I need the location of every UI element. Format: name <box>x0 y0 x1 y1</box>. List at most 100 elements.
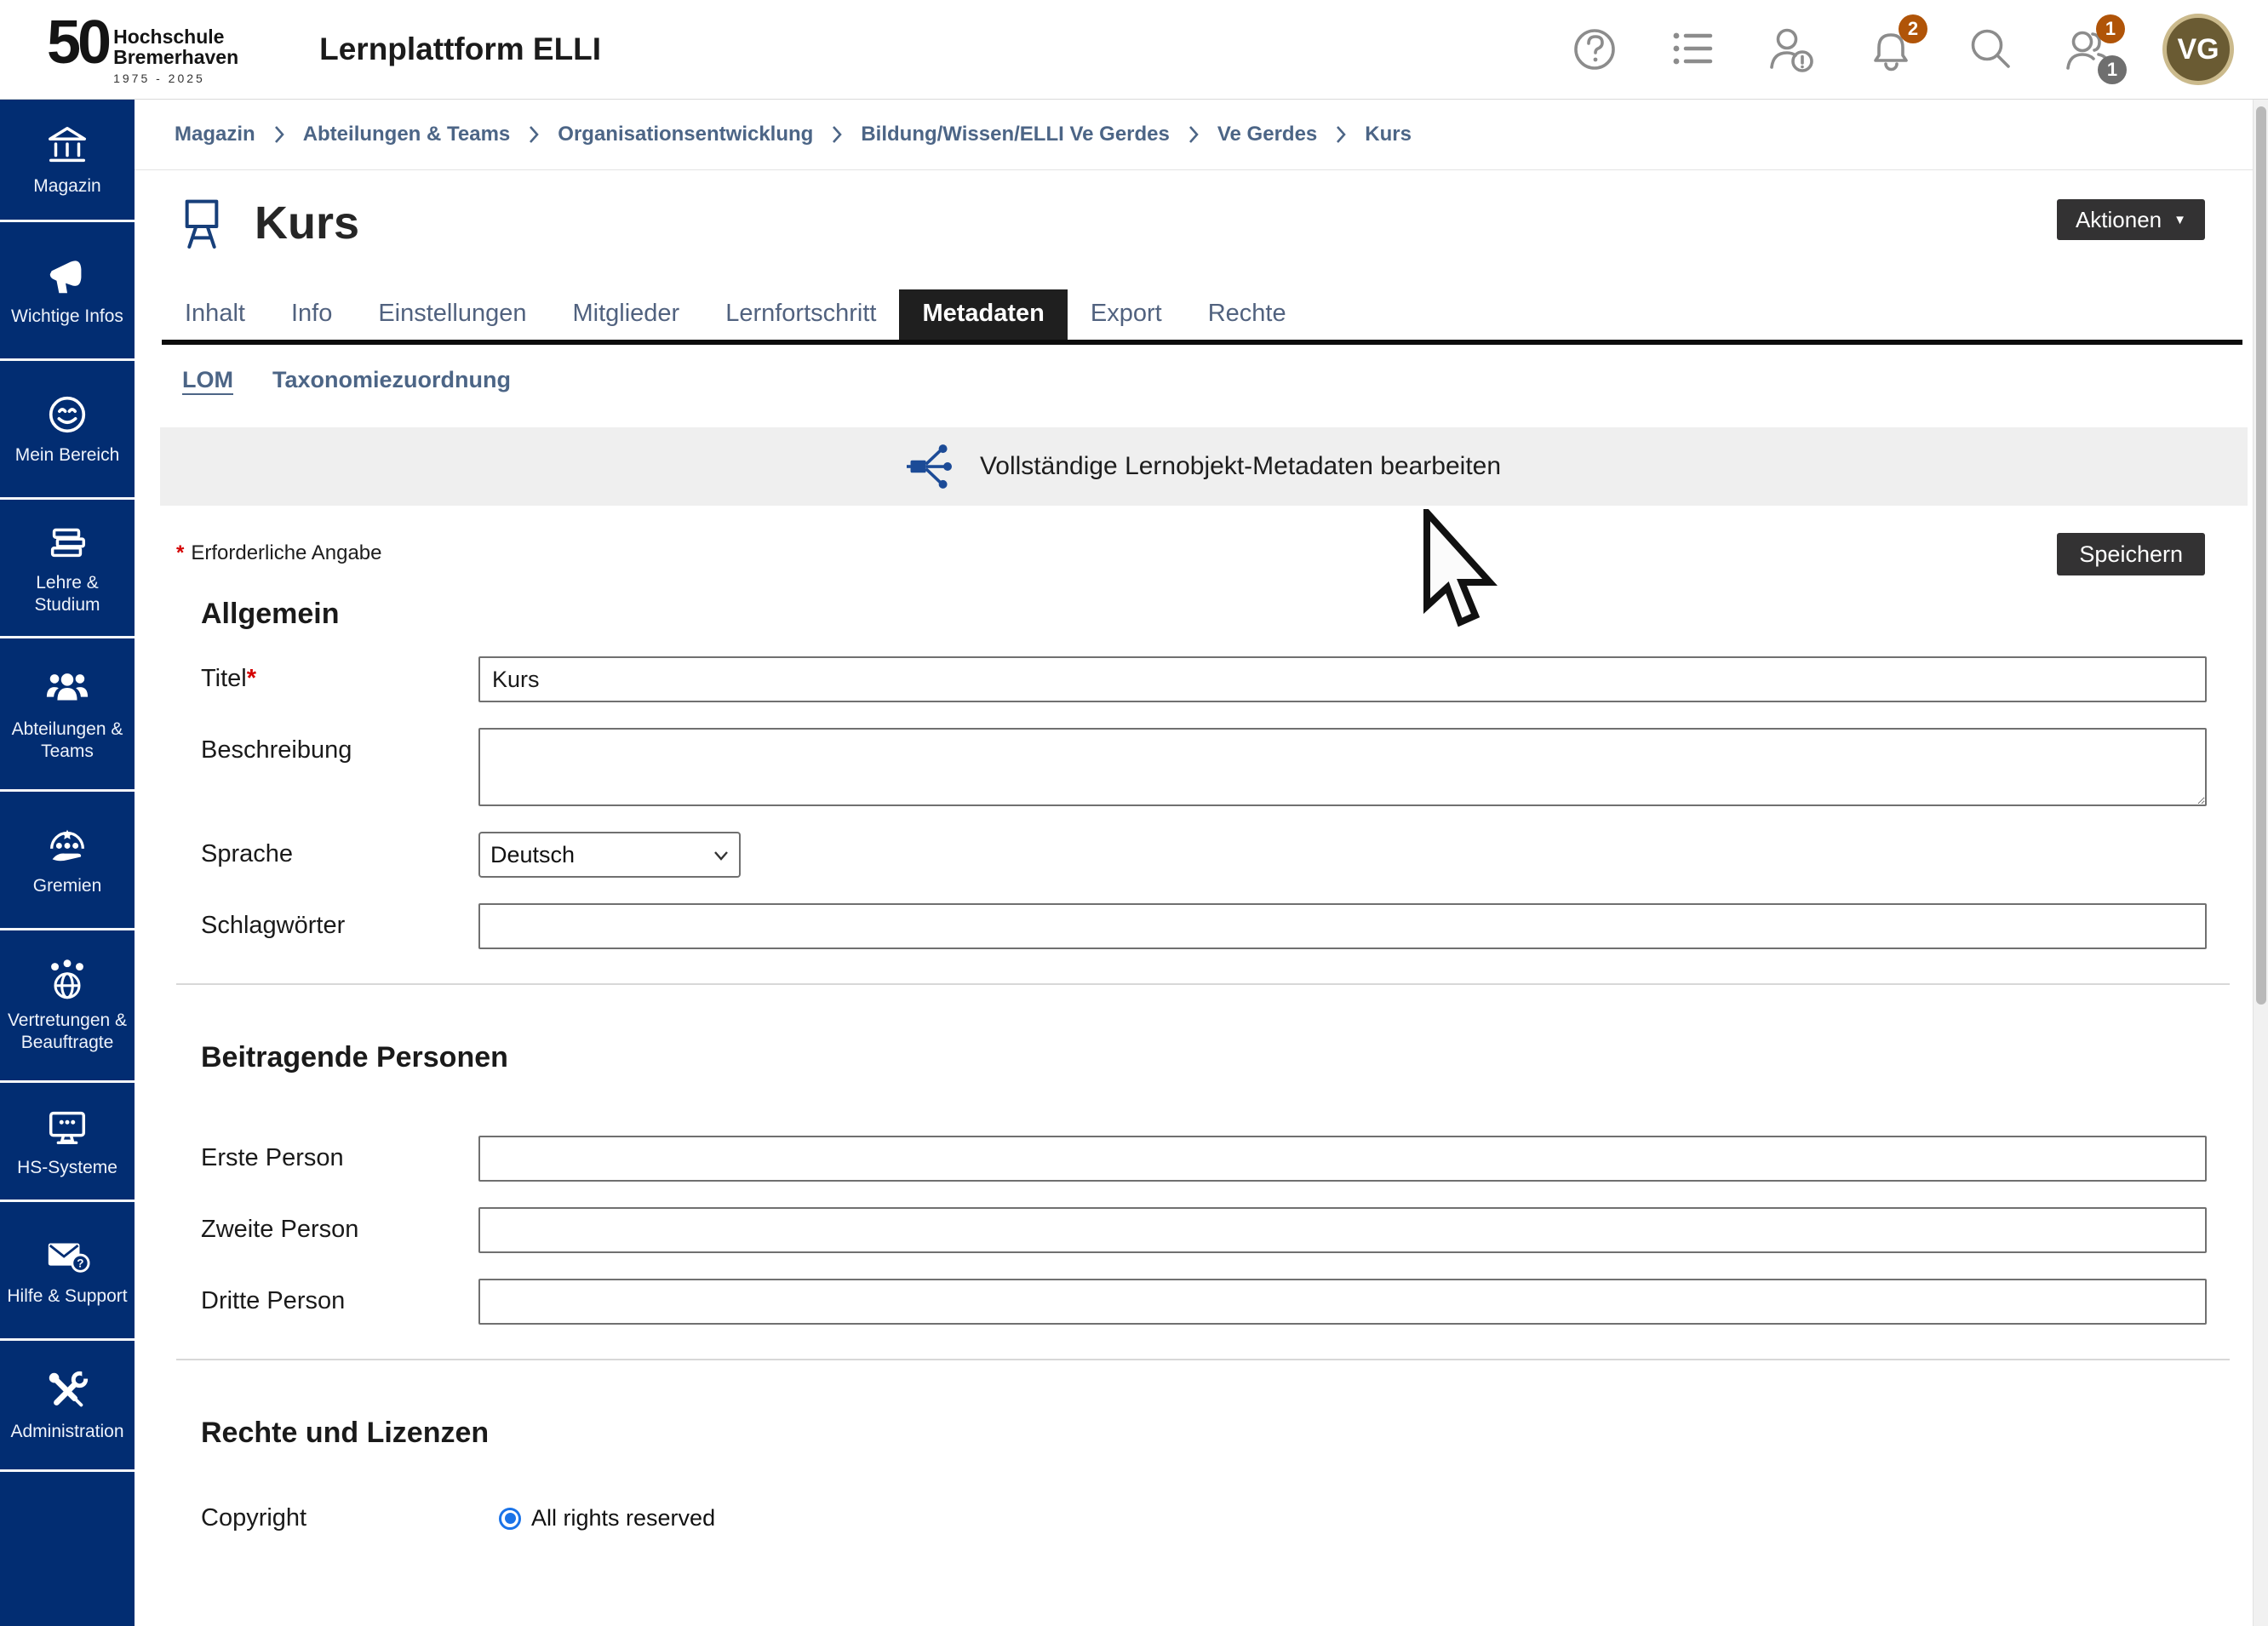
sidebar-item-label: Abteilungen & Teams <box>3 719 132 763</box>
form-row-dritte-person: Dritte Person <box>135 1279 2253 1325</box>
radio-selected-icon[interactable] <box>499 1508 521 1530</box>
tab-einstellungen[interactable]: Einstellungen <box>355 289 549 340</box>
help-icon <box>1571 26 1618 73</box>
app-title: Lernplattform ELLI <box>319 31 601 67</box>
breadcrumb-item[interactable]: Bildung/Wissen/ELLI Ve Gerdes <box>861 123 1170 146</box>
app-window: 50 Hochschule Bremerhaven 1975 - 2025 Le… <box>0 0 2268 1626</box>
university-logo[interactable]: 50 Hochschule Bremerhaven 1975 - 2025 <box>47 14 238 85</box>
search-icon <box>1966 26 2013 73</box>
actions-button-label: Aktionen <box>2076 207 2162 233</box>
subtab-lom[interactable]: LOM <box>182 367 233 393</box>
sidebar-item-label: Gremien <box>33 875 102 897</box>
vertical-scrollbar[interactable] <box>2253 100 2268 1626</box>
sidebar-item-label: Magazin <box>33 175 100 198</box>
breadcrumb-item[interactable]: Abteilungen & Teams <box>303 123 511 146</box>
tab-lernfortschritt[interactable]: Lernfortschritt <box>702 289 899 340</box>
monitor-icon <box>44 1104 90 1150</box>
form-row-beschreibung: Beschreibung <box>135 728 2253 806</box>
logo-line2: Bremerhaven <box>113 47 238 67</box>
schlagwoerter-input[interactable] <box>478 903 2207 949</box>
sidebar-item-hilfe-support[interactable]: ? Hilfe & Support <box>0 1202 135 1341</box>
tab-rechte[interactable]: Rechte <box>1185 289 1309 340</box>
museum-icon <box>44 123 90 169</box>
top-header: 50 Hochschule Bremerhaven 1975 - 2025 Le… <box>0 0 2268 100</box>
sidebar-item-label: Vertretungen & Beauftragte <box>3 1010 132 1054</box>
tab-export[interactable]: Export <box>1068 289 1185 340</box>
form-row-copyright: Copyright All rights reserved <box>135 1504 2253 1532</box>
sidebar-item-administration[interactable]: Administration <box>0 1341 135 1472</box>
sidebar: Magazin Wichtige Infos Mein Bereich Le <box>0 100 135 1626</box>
sidebar-item-gremien[interactable]: Gremien <box>0 792 135 930</box>
copyright-label: Copyright <box>201 1504 478 1532</box>
form-row-titel: Titel* <box>135 656 2253 702</box>
beschreibung-textarea[interactable] <box>478 728 2207 806</box>
titel-required-asterisk: * <box>247 665 256 692</box>
contacts-button[interactable]: 1 1 <box>2064 25 2113 74</box>
tab-metadaten[interactable]: Metadaten <box>899 289 1067 340</box>
sidebar-item-label: Mein Bereich <box>15 444 120 467</box>
metadata-hub-icon <box>907 442 956 491</box>
sprache-label: Sprache <box>201 832 478 868</box>
required-note: *Erforderliche Angabe <box>176 541 382 565</box>
titel-input[interactable] <box>478 656 2207 702</box>
tab-inhalt[interactable]: Inhalt <box>162 289 268 340</box>
subtab-taxonomiezuordnung[interactable]: Taxonomiezuordnung <box>272 367 511 393</box>
globe-people-icon <box>44 957 90 1003</box>
tools-icon <box>44 1368 90 1414</box>
chevron-right-icon <box>830 123 844 146</box>
search-button[interactable] <box>1965 25 2014 74</box>
sidebar-item-lehre-studium[interactable]: Lehre & Studium <box>0 500 135 638</box>
copyright-option-label: All rights reserved <box>531 1505 715 1532</box>
awareness-button[interactable] <box>1767 25 1817 74</box>
notifications-badge: 2 <box>1899 14 1927 43</box>
sidebar-item-label: Lehre & Studium <box>3 572 132 616</box>
save-button[interactable]: Speichern <box>2057 533 2205 575</box>
erste-person-input[interactable] <box>478 1136 2207 1182</box>
zweite-person-input[interactable] <box>478 1207 2207 1253</box>
chevron-right-icon <box>1334 123 1348 146</box>
edit-full-metadata-bar[interactable]: Vollständige Lernobjekt-Metadaten bearbe… <box>160 427 2248 506</box>
sidebar-item-magazin[interactable]: Magazin <box>0 100 135 222</box>
logo-text: Hochschule Bremerhaven 1975 - 2025 <box>113 26 238 85</box>
sidebar-item-hs-systeme[interactable]: HS-Systeme <box>0 1083 135 1202</box>
sprache-select[interactable]: Deutsch <box>478 832 741 878</box>
contacts-badge-new: 1 <box>2096 14 2125 43</box>
breadcrumb-item[interactable]: Organisationsentwicklung <box>558 123 813 146</box>
section-heading-rechte: Rechte und Lizenzen <box>201 1417 2253 1450</box>
breadcrumb-item[interactable]: Magazin <box>175 123 255 146</box>
megaphone-icon <box>44 253 90 299</box>
erste-person-label: Erste Person <box>201 1136 478 1172</box>
actions-button[interactable]: Aktionen ▼ <box>2057 199 2205 240</box>
main-menu-icon <box>1670 26 1717 73</box>
sidebar-item-abteilungen-teams[interactable]: Abteilungen & Teams <box>0 638 135 792</box>
sidebar-item-label: Wichtige Infos <box>11 306 123 328</box>
breadcrumb-item-current[interactable]: Kurs <box>1365 123 1412 146</box>
breadcrumb-item[interactable]: Ve Gerdes <box>1217 123 1317 146</box>
form-row-zweite-person: Zweite Person <box>135 1207 2253 1253</box>
user-avatar[interactable]: VG <box>2162 14 2234 85</box>
copyright-radio-option[interactable]: All rights reserved <box>478 1505 715 1532</box>
section-heading-beitragende: Beitragende Personen <box>201 1041 2253 1074</box>
tab-info[interactable]: Info <box>268 289 355 340</box>
page-header: Kurs Aktionen ▼ <box>135 170 2253 250</box>
smiley-icon <box>44 392 90 438</box>
tab-mitglieder[interactable]: Mitglieder <box>549 289 702 340</box>
sidebar-item-wichtige-infos[interactable]: Wichtige Infos <box>0 222 135 361</box>
committee-icon <box>44 822 90 868</box>
sidebar-item-mein-bereich[interactable]: Mein Bereich <box>0 361 135 500</box>
titel-label: Titel* <box>201 656 478 693</box>
sidebar-item-label: HS-Systeme <box>17 1157 117 1179</box>
form-row-schlagwoerter: Schlagwörter <box>135 903 2253 949</box>
notifications-button[interactable]: 2 <box>1866 25 1916 74</box>
course-icon <box>175 196 229 250</box>
zweite-person-label: Zweite Person <box>201 1207 478 1244</box>
main-menu-button[interactable] <box>1669 25 1718 74</box>
sidebar-item-vertretungen-beauftragte[interactable]: Vertretungen & Beauftragte <box>0 930 135 1083</box>
help-button[interactable] <box>1570 25 1619 74</box>
dritte-person-input[interactable] <box>478 1279 2207 1325</box>
tab-bar: Inhalt Info Einstellungen Mitglieder Ler… <box>162 289 2242 345</box>
form-row-sprache: Sprache Deutsch <box>135 832 2253 878</box>
chevron-right-icon <box>1187 123 1200 146</box>
books-icon <box>44 519 90 565</box>
scrollbar-thumb[interactable] <box>2256 106 2266 1005</box>
